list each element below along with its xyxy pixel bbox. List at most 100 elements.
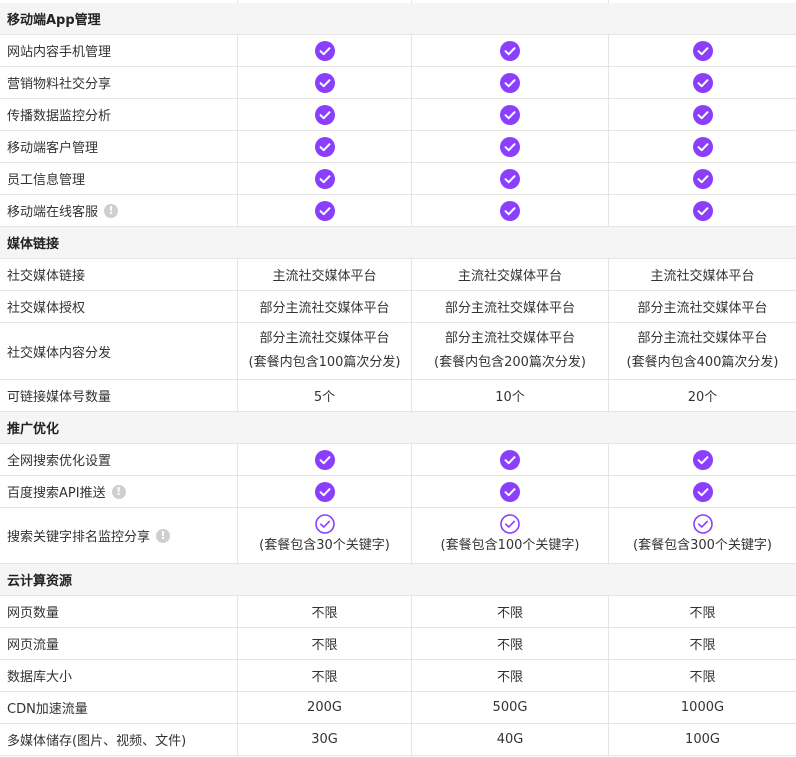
check-circle-filled-icon [692,104,713,125]
section-title: 推广优化 [7,422,60,437]
plan-value: 不限 [311,670,338,685]
plan-note: (套餐包含300个关键字) [633,537,772,553]
section-title: 媒体链接 [7,237,60,252]
check-circle-filled-icon [692,40,713,61]
check-circle-filled-icon [314,136,335,157]
section-header-promotion: 推广优化 [0,412,796,444]
check-circle-filled-icon [500,200,520,221]
check-circle-filled-icon [500,449,520,470]
check-circle-filled-icon [500,136,520,157]
plan-value: 40G [496,732,524,747]
plan-comparison-table: 移动端App管理 网站内容手机管理 营销物料社交分享 传播数据监控分析 移动端客… [0,0,796,756]
plan-value: 部分主流社交媒体平台 [444,301,575,316]
table-row: 移动端在线客服 ! [0,195,796,227]
table-row: 多媒体储存(图片、视频、文件) 30G 40G 100G [0,724,796,756]
feature-label: 搜索关键字排名监控分享 [7,530,151,545]
plan-note: (套餐包含30个关键字) [259,537,390,553]
plan-value: 部分主流社交媒体平台 [259,301,390,316]
plan-value: 不限 [689,606,716,621]
feature-label: 社交媒体链接 [7,269,86,284]
table-row: 营销物料社交分享 [0,67,796,99]
feature-label: 移动端在线客服 [7,205,99,220]
plan-value: 5个 [313,390,336,405]
info-icon[interactable]: ! [104,203,119,218]
check-circle-filled-icon [692,200,713,221]
table-row: 社交媒体授权 部分主流社交媒体平台 部分主流社交媒体平台 部分主流社交媒体平台 [0,291,796,323]
table-row: 网站内容手机管理 [0,35,796,67]
plan-value: 不限 [689,638,716,653]
check-circle-filled-icon [314,168,335,189]
plan-note: (套餐内包含200篇次分发) [434,355,586,370]
plan-value: 主流社交媒体平台 [272,269,377,284]
check-circle-filled-icon [314,200,335,221]
section-title: 云计算资源 [7,574,73,589]
info-icon[interactable]: ! [111,484,126,499]
plan-value: 部分主流社交媒体平台 [444,331,575,346]
plan-note: (套餐包含100个关键字) [440,537,580,553]
table-row: 搜索关键字排名监控分享 ! (套餐包含30个关键字) (套餐包含100个关键字)… [0,508,796,564]
table-row: 社交媒体链接 主流社交媒体平台 主流社交媒体平台 主流社交媒体平台 [0,259,796,291]
plan-value: 500G [492,700,528,715]
plan-value: 1000G [680,700,725,715]
check-circle-filled-icon [500,40,520,61]
check-circle-filled-icon [692,481,713,502]
plan-value: 不限 [311,606,338,621]
plan-value: 部分主流社交媒体平台 [259,331,390,346]
check-circle-filled-icon [692,136,713,157]
check-circle-outline-icon [314,513,335,534]
plan-value: 主流社交媒体平台 [457,269,562,284]
info-icon[interactable]: ! [156,528,171,543]
feature-label: 全网搜索优化设置 [7,454,112,469]
feature-label: 百度搜索API推送 [7,486,106,501]
plan-value: 不限 [496,638,523,653]
check-circle-outline-icon [500,513,520,534]
table-row: 员工信息管理 [0,163,796,195]
section-title: 移动端App管理 [7,13,101,28]
plan-value: 不限 [496,670,523,685]
table-row: 传播数据监控分析 [0,99,796,131]
table-row: 全网搜索优化设置 [0,444,796,476]
section-header-cloud: 云计算资源 [0,564,796,596]
check-circle-filled-icon [692,72,713,93]
check-circle-filled-icon [314,72,335,93]
plan-value: 部分主流社交媒体平台 [637,301,768,316]
feature-label: 可链接媒体号数量 [7,390,112,405]
table-row: 网页流量 不限 不限 不限 [0,628,796,660]
table-top-strip [0,0,796,3]
check-circle-filled-icon [500,481,520,502]
table-row: 移动端客户管理 [0,131,796,163]
check-circle-filled-icon [500,168,520,189]
check-circle-filled-icon [314,104,335,125]
check-circle-outline-icon [692,513,713,534]
feature-label: 网站内容手机管理 [7,45,112,60]
feature-label: 员工信息管理 [7,173,86,188]
section-header-media-link: 媒体链接 [0,227,796,259]
feature-label: 网页数量 [7,606,60,621]
feature-label: 营销物料社交分享 [7,77,112,92]
plan-value: 100G [685,732,720,747]
table-row: 百度搜索API推送 ! [0,476,796,508]
plan-value: 不限 [311,638,338,653]
feature-label: 社交媒体内容分发 [7,345,112,361]
table-row: 数据库大小 不限 不限 不限 [0,660,796,692]
plan-note: (套餐内包含400篇次分发) [626,355,779,370]
feature-label: 数据库大小 [7,670,73,685]
section-header-mobile-app: 移动端App管理 [0,3,796,35]
check-circle-filled-icon [314,449,335,470]
check-circle-filled-icon [692,168,713,189]
plan-value: 部分主流社交媒体平台 [637,331,768,346]
check-circle-filled-icon [500,104,520,125]
feature-label: 网页流量 [7,638,60,653]
plan-value: 主流社交媒体平台 [650,269,755,284]
plan-value: 不限 [689,670,716,685]
plan-value: 20个 [687,390,718,405]
feature-label: 多媒体储存(图片、视频、文件) [7,734,187,749]
plan-value: 10个 [495,390,525,405]
check-circle-filled-icon [314,40,335,61]
check-circle-filled-icon [314,481,335,502]
plan-note: (套餐内包含100篇次分发) [248,355,401,370]
feature-label: CDN加速流量 [7,702,88,717]
feature-label: 移动端客户管理 [7,141,99,156]
check-circle-filled-icon [692,449,713,470]
feature-label: 社交媒体授权 [7,301,86,316]
